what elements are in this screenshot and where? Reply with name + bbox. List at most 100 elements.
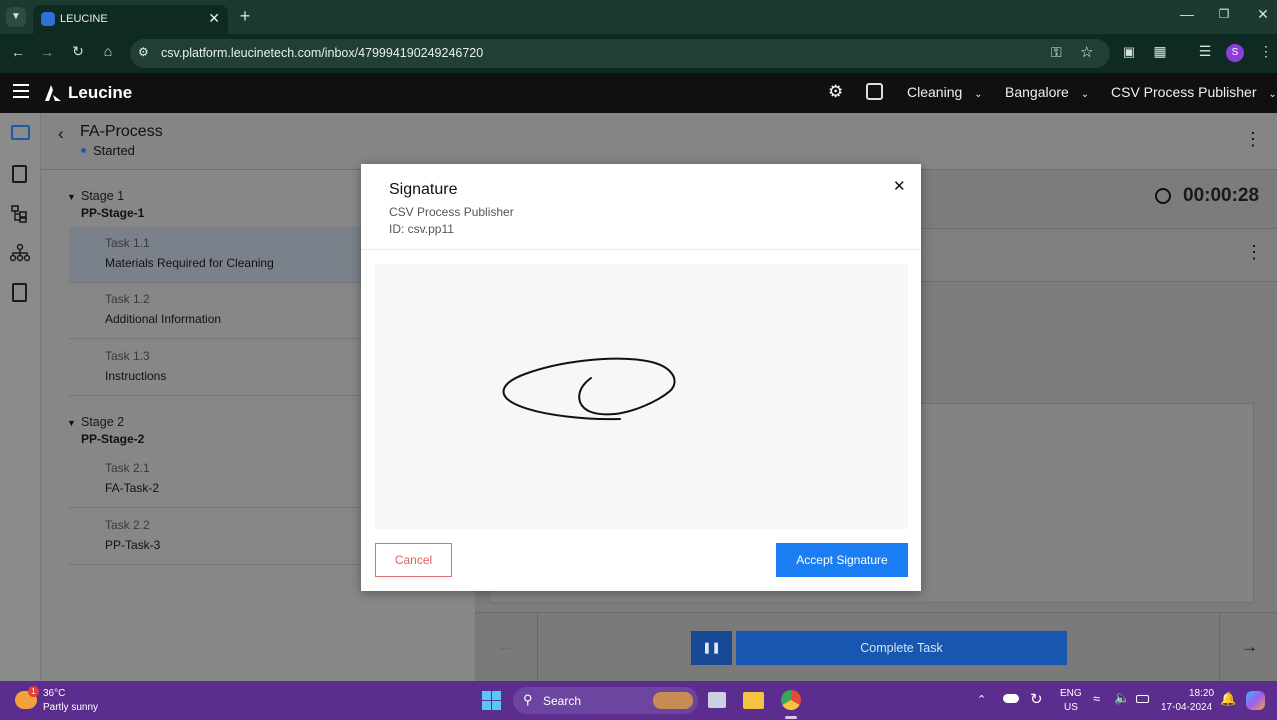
modal-title: Signature xyxy=(389,181,458,198)
modal-close-icon[interactable]: ✕ xyxy=(893,177,906,195)
hierarchy-icon[interactable] xyxy=(9,243,31,262)
password-key-icon[interactable]: ⚿ xyxy=(1051,44,1062,61)
window-close-icon[interactable]: ✕ xyxy=(1254,6,1272,23)
inbox-icon[interactable] xyxy=(11,125,30,140)
task-name: Materials Required for Cleaning xyxy=(105,256,274,270)
bookmark-star-icon[interactable]: ☆ xyxy=(1080,43,1093,61)
tray-chevron-up-icon[interactable]: ⌃ xyxy=(977,693,986,706)
home-icon[interactable]: ⌂ xyxy=(99,43,117,59)
task-view-icon[interactable] xyxy=(708,692,726,708)
site-info-icon[interactable]: ⚙ xyxy=(138,45,149,59)
process-flow-icon[interactable] xyxy=(11,205,29,223)
back-icon[interactable]: ← xyxy=(9,44,27,60)
prev-task-arrow-icon[interactable]: ← xyxy=(497,638,513,656)
page-more-icon[interactable]: ⋮ xyxy=(1244,129,1262,150)
weather-badge: 1 xyxy=(28,686,39,697)
timer-text: 00:00:28 xyxy=(1183,185,1260,206)
app-header: Leucine ⚙ Cleaning ⌄ Bangalore ⌄ CSV Pro… xyxy=(0,73,1277,113)
minimize-icon[interactable]: — xyxy=(1178,6,1196,22)
stage-caret-icon[interactable]: ▼ xyxy=(67,192,76,202)
clock-time[interactable]: 18:20 xyxy=(1189,688,1214,699)
task-number: Task 2.1 xyxy=(105,461,150,475)
profile-avatar[interactable]: S xyxy=(1226,44,1244,62)
footer-divider xyxy=(537,613,538,682)
task-number: Task 1.1 xyxy=(105,236,150,250)
restore-icon[interactable]: ❐ xyxy=(1215,7,1233,21)
search-highlight-icon xyxy=(653,692,693,709)
reload-icon[interactable]: ↻ xyxy=(69,43,87,60)
new-tab-button[interactable]: + xyxy=(235,6,255,27)
camera-icon[interactable]: ▣ xyxy=(1120,44,1138,60)
tab-favicon-icon xyxy=(41,12,55,26)
language-bottom[interactable]: US xyxy=(1064,702,1078,713)
facility-dropdown[interactable]: Cleaning ⌄ xyxy=(907,84,983,100)
browser-menu-icon[interactable]: ⋮ xyxy=(1259,43,1273,60)
task-number: Task 1.2 xyxy=(105,292,150,306)
volume-icon[interactable]: 🔈 xyxy=(1114,690,1130,706)
url-text: csv.platform.leucinetech.com/inbox/47999… xyxy=(161,46,484,60)
extensions-icon[interactable]: ▦ xyxy=(1151,43,1169,60)
browser-tab-bar: ▼ LEUCINE ✕ + — ❐ ✕ xyxy=(0,0,1277,34)
timer-icon xyxy=(1155,188,1171,204)
hamburger-menu-icon[interactable] xyxy=(13,84,29,98)
accept-signature-button[interactable]: Accept Signature xyxy=(776,543,908,577)
browser-tab[interactable]: LEUCINE ✕ xyxy=(33,5,228,34)
stage-caret-icon[interactable]: ▼ xyxy=(67,418,76,428)
leucine-logo-icon xyxy=(43,83,63,103)
task-name: FA-Task-2 xyxy=(105,481,160,495)
pause-button[interactable]: ❚❚ xyxy=(691,631,732,665)
temperature-text: 36°C xyxy=(43,688,66,699)
battery-icon[interactable] xyxy=(1136,695,1149,703)
task-name: Instructions xyxy=(105,369,167,383)
signature-modal: Signature ✕ CSV Process Publisher ID: cs… xyxy=(361,164,921,591)
task-footer: ← ❚❚ Complete Task → xyxy=(475,612,1277,682)
browser-toolbar: ← → ↻ ⌂ ⚙ csv.platform.leucinetech.com/i… xyxy=(0,34,1277,73)
language-top[interactable]: ENG xyxy=(1060,688,1082,699)
next-task-arrow-icon[interactable]: → xyxy=(1241,637,1258,657)
clock-date[interactable]: 17-04-2024 xyxy=(1161,702,1212,713)
search-label: Search xyxy=(543,694,582,708)
chrome-active-indicator xyxy=(785,716,797,719)
brand-name: Leucine xyxy=(68,83,133,102)
location-dropdown[interactable]: Bangalore ⌄ xyxy=(1005,84,1089,100)
tab-list-button[interactable]: ▼ xyxy=(6,7,26,27)
address-bar[interactable]: ⚙ csv.platform.leucinetech.com/inbox/479… xyxy=(130,39,1110,68)
file-explorer-icon[interactable] xyxy=(743,692,764,709)
media-controls-icon[interactable]: ☰ xyxy=(1196,43,1214,60)
status-text: Started xyxy=(93,143,135,158)
os-taskbar: 1 36°C Partly sunny ⚲ Search ⌃ ↻ ENG US … xyxy=(0,681,1277,720)
chevron-down-icon: ⌄ xyxy=(1080,89,1090,100)
onedrive-icon[interactable] xyxy=(1003,694,1019,703)
complete-task-label: Complete Task xyxy=(860,641,943,655)
wifi-icon[interactable]: ≈ xyxy=(1093,691,1100,706)
checklist-icon[interactable] xyxy=(12,165,27,183)
settings-gear-icon[interactable]: ⚙ xyxy=(828,82,843,102)
page-title: FA-Process xyxy=(80,123,163,140)
user-role-dropdown[interactable]: CSV Process Publisher ⌄ xyxy=(1111,84,1277,100)
location-label: Bangalore xyxy=(1005,84,1069,100)
stage-name: PP-Stage-1 xyxy=(81,206,145,220)
start-windows-icon[interactable] xyxy=(482,691,501,710)
task-more-icon[interactable]: ⋮ xyxy=(1245,242,1263,263)
chevron-down-icon: ⌄ xyxy=(1268,89,1277,100)
tab-close-icon[interactable]: ✕ xyxy=(208,10,220,27)
back-arrow-icon[interactable]: ‹ xyxy=(58,124,64,144)
sync-icon[interactable]: ↻ xyxy=(1030,690,1043,708)
notification-bell-icon[interactable]: 🔔 xyxy=(1220,691,1236,707)
search-icon: ⚲ xyxy=(523,692,533,707)
chrome-taskbar-icon[interactable] xyxy=(781,690,801,710)
cancel-button[interactable]: Cancel xyxy=(375,543,452,577)
tab-title: LEUCINE xyxy=(60,13,108,25)
scan-icon[interactable] xyxy=(866,83,883,100)
user-role-label: CSV Process Publisher xyxy=(1111,84,1257,100)
signer-role: CSV Process Publisher xyxy=(389,205,514,219)
left-nav xyxy=(0,113,41,681)
stage-label: Stage 1 xyxy=(81,189,125,203)
stage-label: Stage 2 xyxy=(81,415,125,429)
complete-task-button[interactable]: Complete Task xyxy=(736,631,1067,665)
calculator-icon[interactable] xyxy=(12,283,27,302)
copilot-icon[interactable] xyxy=(1246,691,1265,710)
forward-icon[interactable]: → xyxy=(38,44,56,60)
signature-pad[interactable] xyxy=(375,264,908,529)
taskbar-search-box[interactable]: ⚲ Search xyxy=(513,687,698,714)
